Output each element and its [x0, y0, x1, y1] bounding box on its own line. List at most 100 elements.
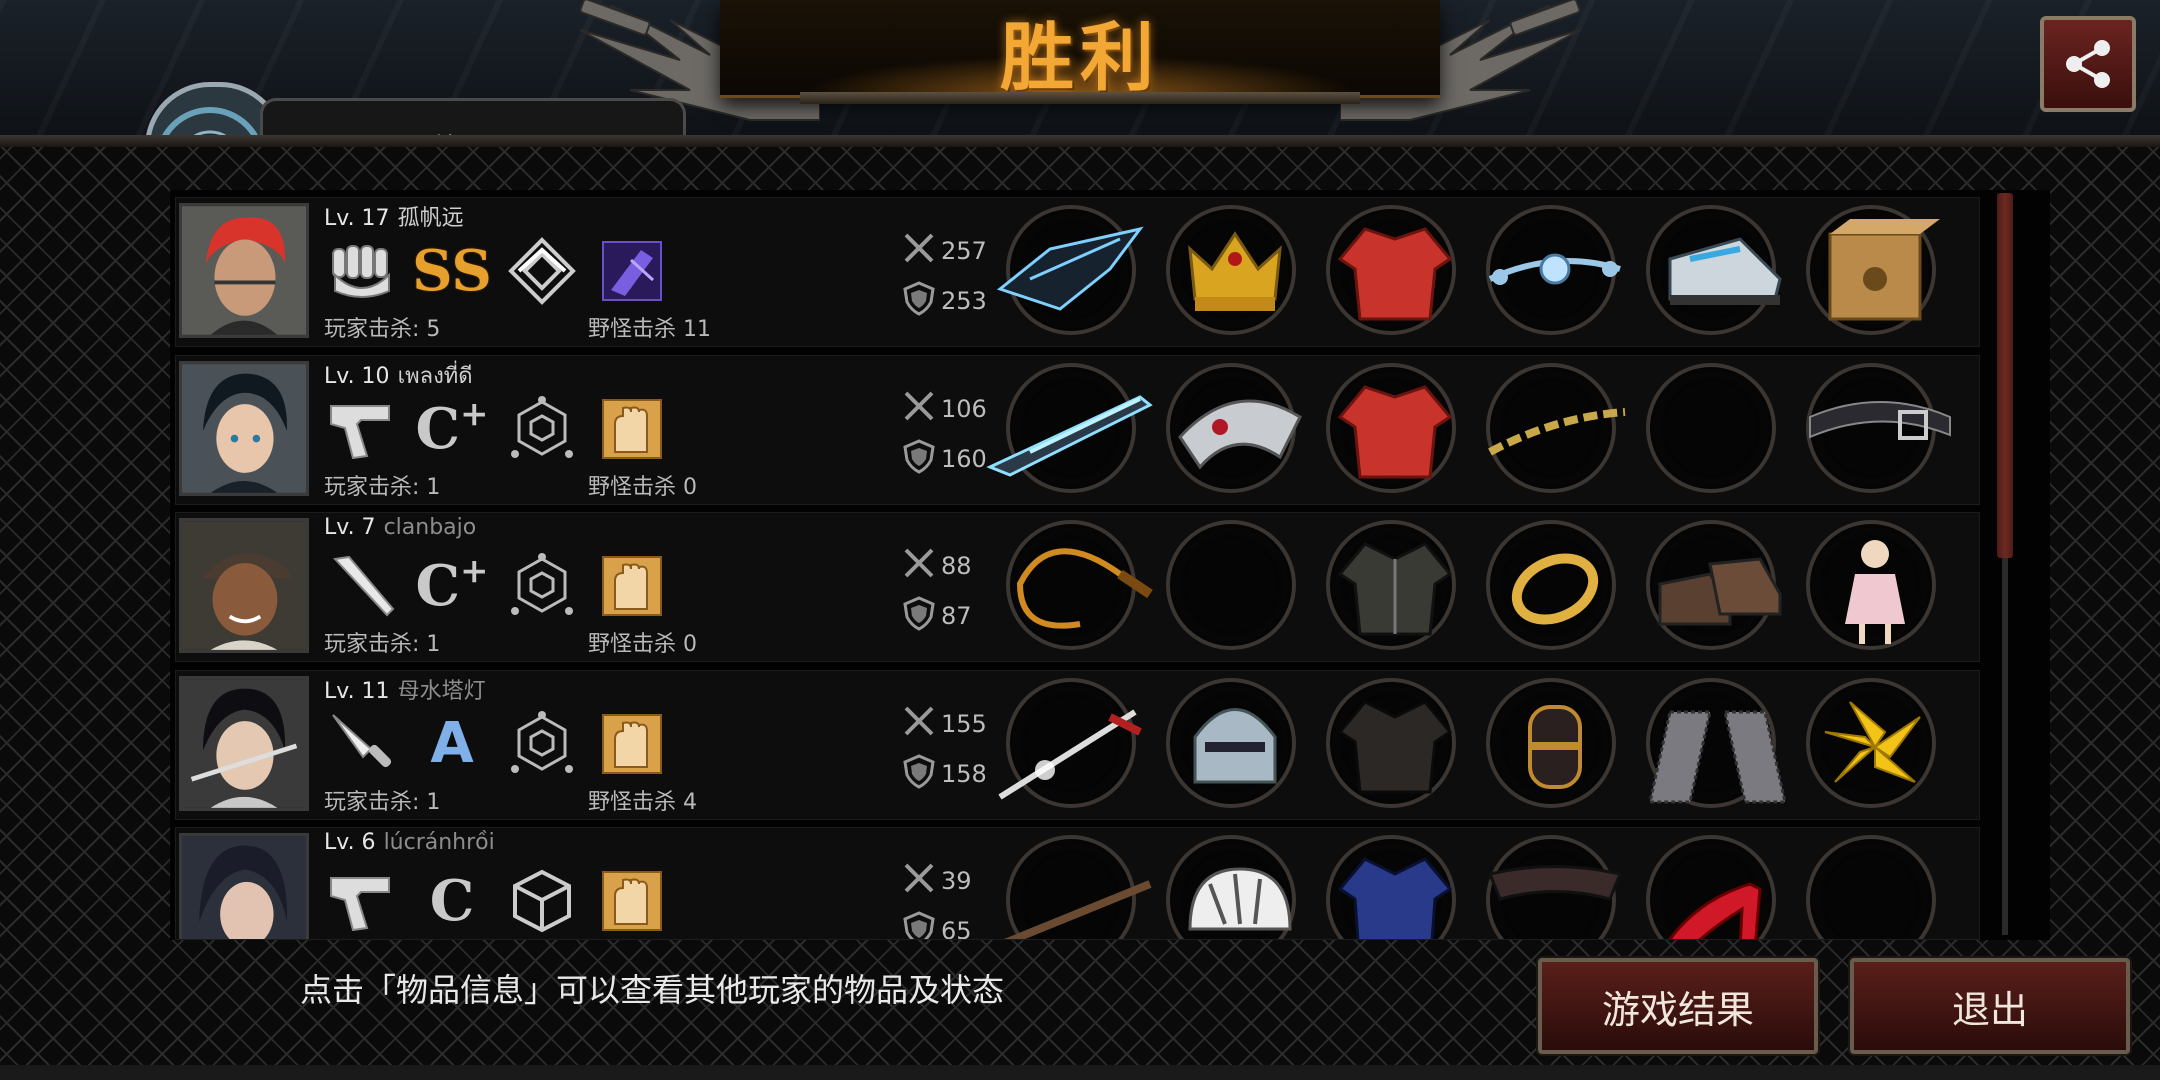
- item-slot[interactable]: [1166, 362, 1302, 493]
- player-portrait[interactable]: [179, 360, 309, 496]
- grade-badge: C+: [415, 393, 489, 462]
- player-row[interactable]: Lv. 10 เพลงที่ดี C+ 玩家击杀: 1 野怪击杀 0 106 160: [175, 354, 1980, 505]
- rank-cube-icon: [506, 866, 578, 936]
- player-level: Lv. 6: [324, 830, 376, 855]
- player-level-name: Lv. 17 孤帆远: [324, 200, 464, 232]
- item-slot[interactable]: [1806, 205, 1940, 335]
- rank-hexagon-icon: [506, 709, 578, 779]
- player-level: Lv. 10: [324, 363, 390, 389]
- attack-value: 88: [941, 552, 972, 580]
- bat-icon: [326, 551, 398, 621]
- attack-stat: 257: [901, 230, 987, 272]
- game-result-button[interactable]: 游戏结果: [1538, 958, 1818, 1054]
- attack-value: 39: [941, 867, 972, 895]
- item-slot[interactable]: [1326, 677, 1456, 808]
- item-slot[interactable]: [1166, 520, 1296, 650]
- player-name: lúcránhrồi: [383, 830, 495, 855]
- defense-value: 160: [941, 444, 987, 473]
- rank-hexagon-icon: [506, 551, 578, 621]
- item-slot[interactable]: [1326, 835, 1456, 939]
- grade-badge: SS: [412, 238, 492, 304]
- exit-button[interactable]: 退出: [1850, 958, 2130, 1054]
- player-row[interactable]: Lv. 6 lúcránhrồi C 39 65: [175, 827, 1980, 940]
- item-slot[interactable]: [1486, 835, 1623, 939]
- item-slot[interactable]: [1646, 362, 1776, 493]
- grade-badge: C+: [415, 551, 489, 619]
- player-kills: 玩家击杀: 1: [324, 474, 441, 500]
- top-banner: 胜利 孤帆远: [0, 0, 2160, 168]
- attack-stat: 88: [901, 545, 972, 587]
- monster-kills: 野怪击杀 0: [588, 474, 697, 500]
- player-level-name: Lv. 6 lúcránhrồi: [324, 830, 495, 855]
- attack-stat: 106: [901, 388, 987, 430]
- skill-purple-icon[interactable]: [596, 236, 668, 306]
- attack-icon: [901, 230, 937, 272]
- attack-icon: [901, 703, 937, 745]
- defense-stat: 65: [901, 910, 972, 939]
- item-slot[interactable]: [1646, 205, 1782, 335]
- player-kills: 玩家击杀: 1: [324, 789, 441, 815]
- defense-value: 158: [941, 759, 987, 788]
- item-info-hint: 点击「物品信息」可以查看其他玩家的物品及状态: [300, 971, 1005, 1009]
- player-portrait[interactable]: [179, 833, 309, 939]
- item-slot[interactable]: [1486, 677, 1616, 808]
- defense-value: 253: [941, 287, 987, 315]
- player-level: Lv. 17: [324, 206, 390, 231]
- player-level: Lv. 11: [324, 678, 390, 704]
- item-slot[interactable]: [996, 205, 1144, 335]
- item-slot[interactable]: [1326, 205, 1456, 335]
- item-slot[interactable]: [1806, 520, 1936, 650]
- item-slot[interactable]: [986, 362, 1153, 493]
- item-slot[interactable]: [1806, 362, 1951, 493]
- item-slot[interactable]: [1326, 362, 1456, 493]
- share-icon: [2066, 40, 2110, 88]
- player-portrait[interactable]: [179, 203, 309, 338]
- item-slot[interactable]: [1486, 520, 1616, 650]
- skill-hand-icon[interactable]: [596, 866, 668, 936]
- item-slot[interactable]: [1003, 835, 1152, 939]
- item-slot[interactable]: [1166, 835, 1296, 939]
- player-portrait[interactable]: [179, 518, 309, 653]
- player-portrait[interactable]: [179, 675, 309, 811]
- item-slot[interactable]: [1166, 205, 1296, 335]
- rank-hexagon-icon: [506, 394, 578, 464]
- defense-stat: 87: [901, 595, 972, 637]
- skill-hand-icon[interactable]: [596, 709, 668, 779]
- rank-diamond-icon: [506, 236, 578, 306]
- item-slot[interactable]: [998, 677, 1142, 808]
- player-name: clanbajo: [383, 515, 477, 540]
- attack-icon: [901, 388, 937, 430]
- grade-badge: C: [429, 868, 475, 934]
- item-slot[interactable]: [1806, 677, 1936, 808]
- player-kills: 玩家击杀: 1: [324, 632, 441, 657]
- attack-icon: [901, 545, 937, 587]
- title-plate: 胜利: [720, 0, 1440, 101]
- item-slot[interactable]: [1486, 205, 1621, 335]
- defense-stat: 160: [901, 438, 987, 480]
- item-slot[interactable]: [1806, 835, 1936, 939]
- player-row[interactable]: Lv. 11 母水塔灯 A 玩家击杀: 1 野怪击杀 4 155 158: [175, 669, 1980, 820]
- attack-stat: 39: [901, 860, 972, 902]
- player-name: 母水塔灯: [397, 678, 486, 704]
- player-level-name: Lv. 11 母水塔灯: [324, 673, 486, 705]
- item-slot[interactable]: [1326, 520, 1456, 650]
- pistol-icon: [326, 866, 398, 936]
- item-slot[interactable]: [1166, 677, 1296, 808]
- fist-icon: [326, 236, 398, 306]
- item-slot[interactable]: [1646, 835, 1776, 939]
- defense-stat: 253: [901, 280, 987, 322]
- scrollbar-thumb[interactable]: [1997, 193, 2013, 558]
- item-slot[interactable]: [1486, 362, 1626, 493]
- grade-badge: A: [430, 710, 474, 776]
- player-row[interactable]: Lv. 17 孤帆远 SS 玩家击杀: 5 野怪击杀 11 257 253: [175, 197, 1980, 347]
- item-slot[interactable]: [1006, 520, 1153, 650]
- share-button[interactable]: [2040, 16, 2136, 112]
- item-slot[interactable]: [1646, 677, 1787, 808]
- player-level-name: Lv. 10 เพลงที่ดี: [324, 358, 473, 393]
- skill-hand-icon[interactable]: [596, 394, 668, 464]
- item-slot[interactable]: [1646, 520, 1782, 650]
- defense-icon: [901, 753, 937, 795]
- knife-icon: [326, 709, 398, 779]
- player-row[interactable]: Lv. 7 clanbajo C+ 玩家击杀: 1 野怪击杀 0 88 87: [175, 512, 1980, 662]
- skill-hand-icon[interactable]: [596, 551, 668, 621]
